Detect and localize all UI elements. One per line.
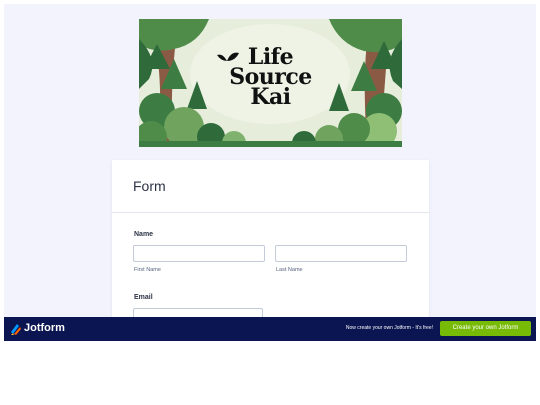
create-jotform-button[interactable]: Create your own Jotform <box>440 321 531 336</box>
form-page: Life Source Kai Form Name First Name Las… <box>4 4 536 341</box>
last-name-input[interactable] <box>275 245 407 262</box>
brand-logo: Life Source Kai <box>139 46 402 110</box>
jotform-footer-bar: Jotform Now create your own Jotform - It… <box>4 317 536 341</box>
form-title: Form <box>133 178 166 194</box>
promo-text: Now create your own Jotform - It's free! <box>345 325 433 331</box>
last-name-sublabel: Last Name <box>276 267 303 273</box>
email-label: Email <box>134 294 153 301</box>
jotform-brand: Jotform <box>24 322 65 334</box>
jotform-logo-icon <box>11 324 21 335</box>
form-card: Form Name First Name Last Name Email <box>112 160 429 341</box>
name-label: Name <box>134 231 154 238</box>
first-name-sublabel: First Name <box>134 267 161 273</box>
first-name-input[interactable] <box>133 245 265 262</box>
logo-line: Kai <box>250 84 291 110</box>
header-banner-image: Life Source Kai <box>139 19 402 147</box>
header-divider <box>112 212 429 213</box>
